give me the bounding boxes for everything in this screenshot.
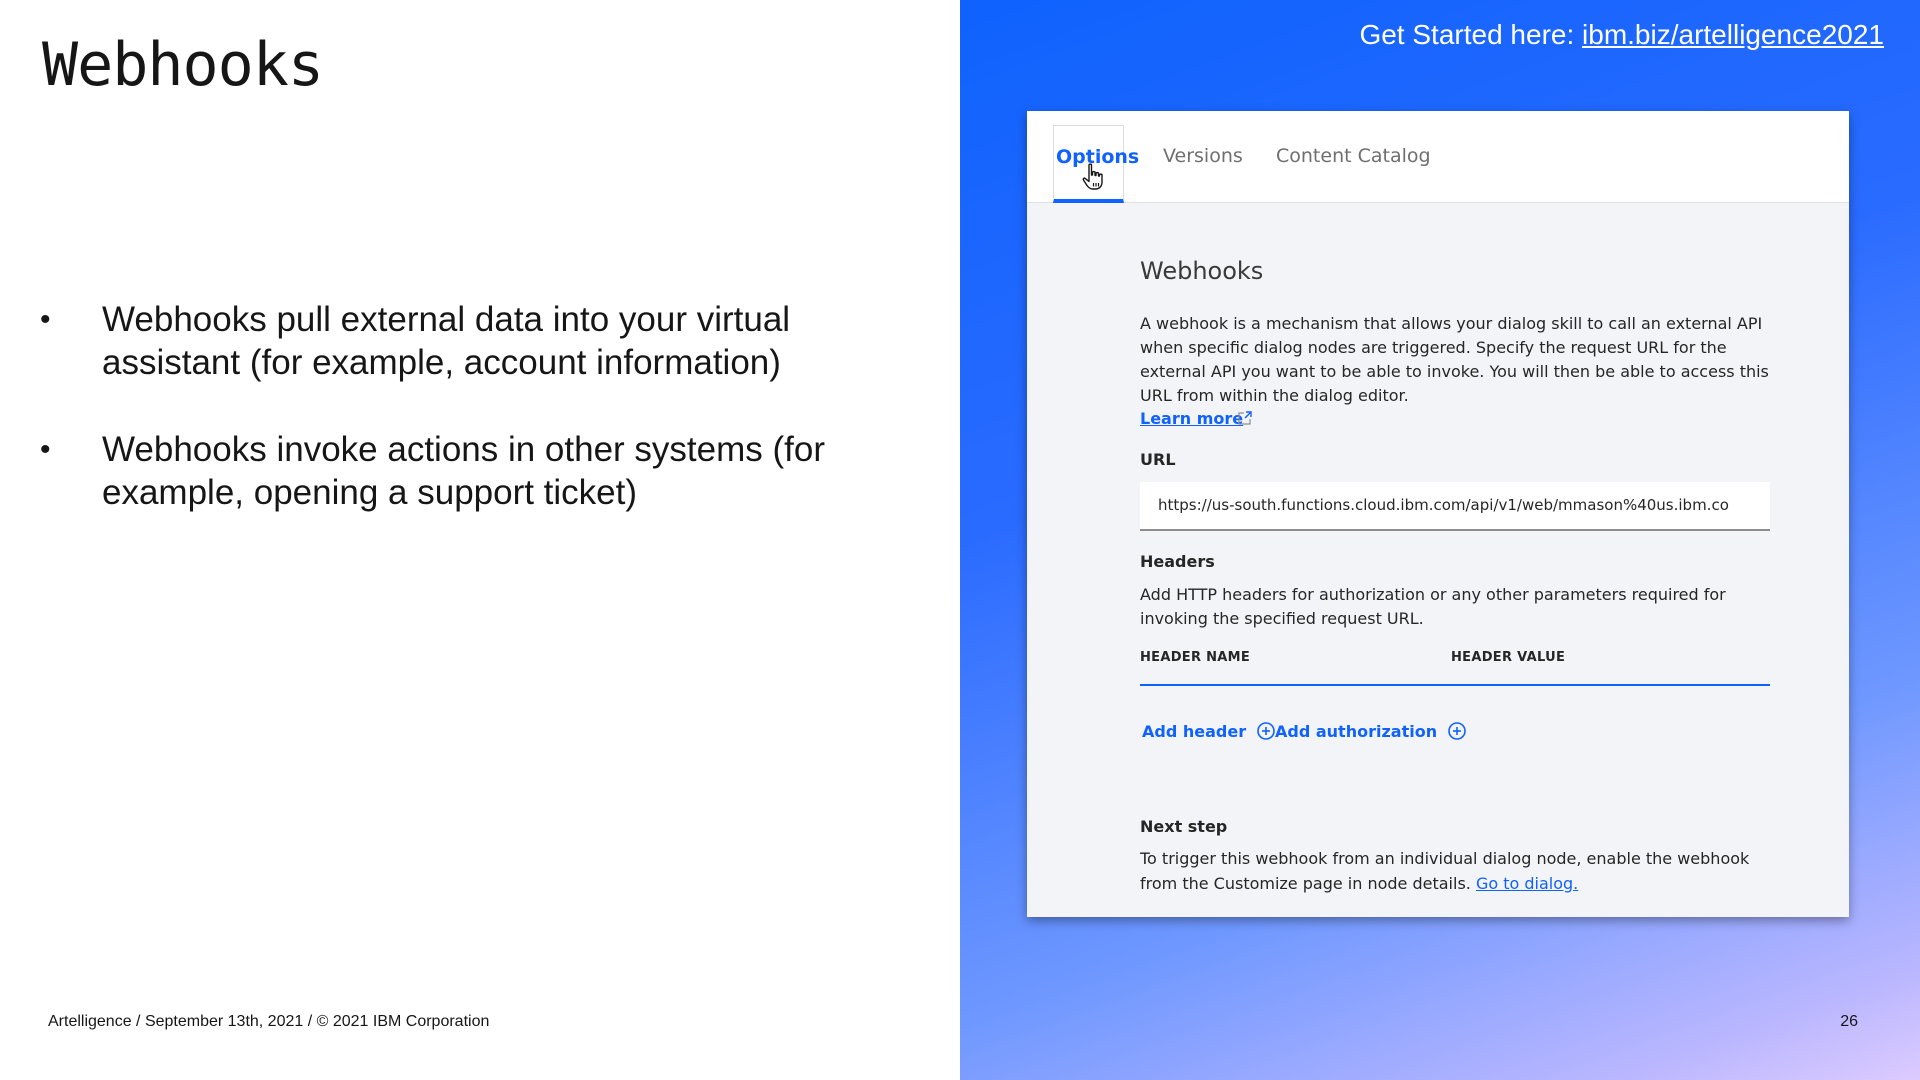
headers-label: Headers [1140,552,1215,571]
get-started-line: Get Started here: ibm.biz/artelligence20… [1359,19,1884,51]
webhooks-heading: Webhooks [1140,257,1264,285]
headers-description: Add HTTP headers for authorization or an… [1140,585,1726,628]
get-started-prefix: Get Started here: [1359,19,1583,50]
go-to-dialog-link[interactable]: Go to dialog. [1476,874,1578,893]
header-name-column: HEADER NAME [1140,650,1251,665]
add-circle-icon [1448,722,1466,740]
url-input[interactable]: https://us-south.functions.cloud.ibm.com… [1140,482,1770,531]
headers-table-divider [1140,684,1770,686]
page-number: 26 [1840,1013,1858,1030]
tab-content-catalog[interactable]: Content Catalog [1274,125,1433,203]
launch-icon[interactable] [1237,410,1253,426]
webhooks-screenshot: Options Versions Content Catalog Webhook… [1027,111,1849,917]
get-started-link[interactable]: ibm.biz/artelligence2021 [1582,19,1884,50]
bullet-item: • Webhooks pull external data into your … [40,298,920,384]
add-authorization-label: Add authorization [1275,721,1438,741]
next-step-description: To trigger this webhook from an individu… [1140,846,1770,896]
next-step-text: To trigger this webhook from an individu… [1140,849,1750,893]
learn-more-link[interactable]: Learn more [1140,409,1243,428]
add-authorization-button[interactable]: Add authorization [1275,721,1467,741]
header-value-column: HEADER VALUE [1451,650,1566,665]
slide-footer: Artelligence / September 13th, 2021 / © … [48,1013,490,1030]
bullet-list: • Webhooks pull external data into your … [40,298,920,514]
add-header-button[interactable]: Add header [1142,721,1276,741]
add-header-label: Add header [1142,721,1247,741]
bullet-item: • Webhooks invoke actions in other syste… [40,428,920,514]
next-step-label: Next step [1140,817,1228,836]
bullet-symbol: • [40,303,51,336]
bullet-symbol: • [40,433,51,466]
tab-bar: Options Versions Content Catalog [1027,111,1849,203]
slide-title: Webhooks [42,30,324,100]
bullet-text: Webhooks invoke actions in other systems… [102,430,826,512]
hand-pointer-icon [1082,163,1103,190]
tab-versions[interactable]: Versions [1161,125,1245,203]
webhooks-description: A webhook is a mechanism that allows you… [1140,314,1769,405]
bullet-text: Webhooks pull external data into your vi… [102,300,791,382]
url-label: URL [1140,450,1176,469]
add-circle-icon [1257,722,1275,740]
